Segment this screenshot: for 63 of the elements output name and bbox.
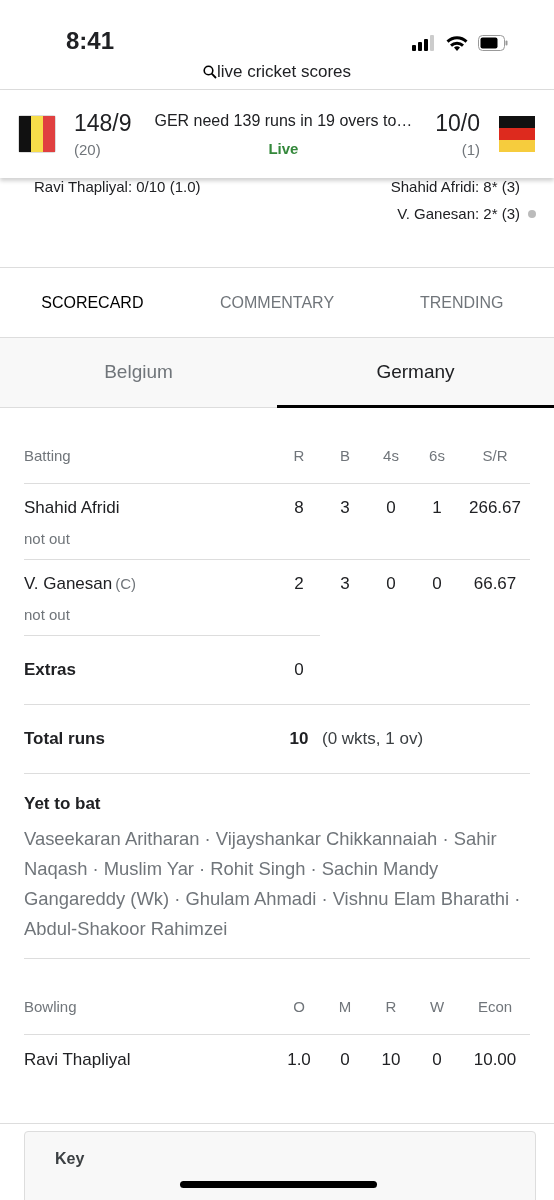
clock-time: 8:41 bbox=[66, 27, 115, 55]
table-cell-text: 0 bbox=[385, 498, 397, 518]
team-overs: (1) bbox=[461, 141, 480, 158]
dismissal-text: not out bbox=[24, 606, 71, 623]
table-cell-text: 266.67 bbox=[468, 498, 522, 518]
table-cell-text: 2 bbox=[293, 574, 305, 594]
table-cell-text: 3 bbox=[339, 574, 351, 594]
dismissal-text: not out bbox=[24, 530, 71, 547]
bowler-figures: Ravi Thapliyal: 0/10 (1.0) bbox=[34, 178, 201, 196]
captain-mark: (C) bbox=[115, 575, 137, 592]
table-cell-text: 0 bbox=[385, 574, 397, 594]
table-cell-text: 0 bbox=[339, 1050, 351, 1070]
table-cell-text: 0 bbox=[431, 1050, 443, 1070]
column-header: 6s bbox=[428, 447, 446, 464]
yet-to-bat-list: Vaseekaran Aritharan · Vijayshankar Chikkannaiah · Sahir Naqash · Muslim Yar · Rohit Singh · Sachin Mandy Gangareddy (Wk) · Ghulam Ahmadi · Vishnu Elam Bharathi · Abdul-Shakoor Rahimzei bbox=[24, 824, 530, 959]
column-header: B bbox=[339, 447, 351, 464]
tab[interactable]: COMMENTARY bbox=[184, 268, 370, 337]
column-header: S/R bbox=[481, 447, 509, 464]
column-header: R bbox=[292, 447, 306, 464]
column-header: W bbox=[428, 998, 446, 1015]
section-title: Yet to bat bbox=[24, 793, 102, 815]
column-header: R bbox=[384, 998, 398, 1015]
tab[interactable]: TRENDING bbox=[369, 268, 554, 337]
bowler-name[interactable]: Ravi Thapliyal bbox=[24, 1050, 276, 1070]
total-value: 10 bbox=[288, 729, 310, 749]
signal-icon bbox=[412, 35, 436, 51]
column-header: Econ bbox=[476, 998, 514, 1015]
belgium-flag-icon bbox=[18, 115, 56, 153]
team-tab[interactable]: Germany bbox=[277, 338, 554, 408]
column-header: 4s bbox=[382, 447, 400, 464]
battery-icon bbox=[478, 35, 508, 51]
team-overs: (20) bbox=[74, 141, 101, 158]
table-cell-text: 1 bbox=[431, 498, 443, 518]
extras-label: Extras bbox=[24, 660, 77, 680]
team-score: 148/9 bbox=[74, 110, 132, 137]
key-title: Key bbox=[55, 1150, 85, 1167]
table-cell-text: 1.0 bbox=[286, 1050, 312, 1070]
germany-flag-icon bbox=[498, 115, 536, 153]
search-icon bbox=[202, 65, 217, 79]
match-summary: GER need 139 runs in 19 overs to… bbox=[154, 111, 413, 130]
total-label: Total runs bbox=[24, 729, 106, 749]
column-header: Batting bbox=[24, 447, 72, 464]
extras-value: 0 bbox=[293, 660, 305, 680]
wifi-icon bbox=[446, 35, 468, 51]
table-cell-text: 10 bbox=[380, 1050, 402, 1070]
table-cell-text: 3 bbox=[339, 498, 351, 518]
table-cell-text: 66.67 bbox=[472, 574, 518, 594]
column-header: O bbox=[292, 998, 306, 1015]
team-score: 10/0 bbox=[435, 110, 480, 137]
table-cell-text: 10.00 bbox=[472, 1050, 518, 1070]
tab[interactable]: SCORECARD bbox=[0, 268, 185, 337]
table-cell-text: 0 bbox=[431, 574, 443, 594]
team-tab[interactable]: Belgium bbox=[0, 338, 277, 408]
total-detail: (0 wkts, 1 ov) bbox=[322, 729, 424, 749]
batter-score: Shahid Afridi: 8* (3) bbox=[390, 178, 520, 196]
column-header: Bowling bbox=[24, 998, 78, 1015]
live-status: Live bbox=[268, 139, 299, 157]
batter-name[interactable]: Shahid Afridi bbox=[24, 498, 120, 517]
table-cell-text: 8 bbox=[293, 498, 305, 518]
batter-score: V. Ganesan: 2* (3) bbox=[397, 205, 520, 223]
batter-name[interactable]: V. Ganesan bbox=[24, 574, 113, 593]
column-header: M bbox=[337, 998, 353, 1015]
search-query[interactable]: live cricket scores bbox=[216, 62, 352, 82]
